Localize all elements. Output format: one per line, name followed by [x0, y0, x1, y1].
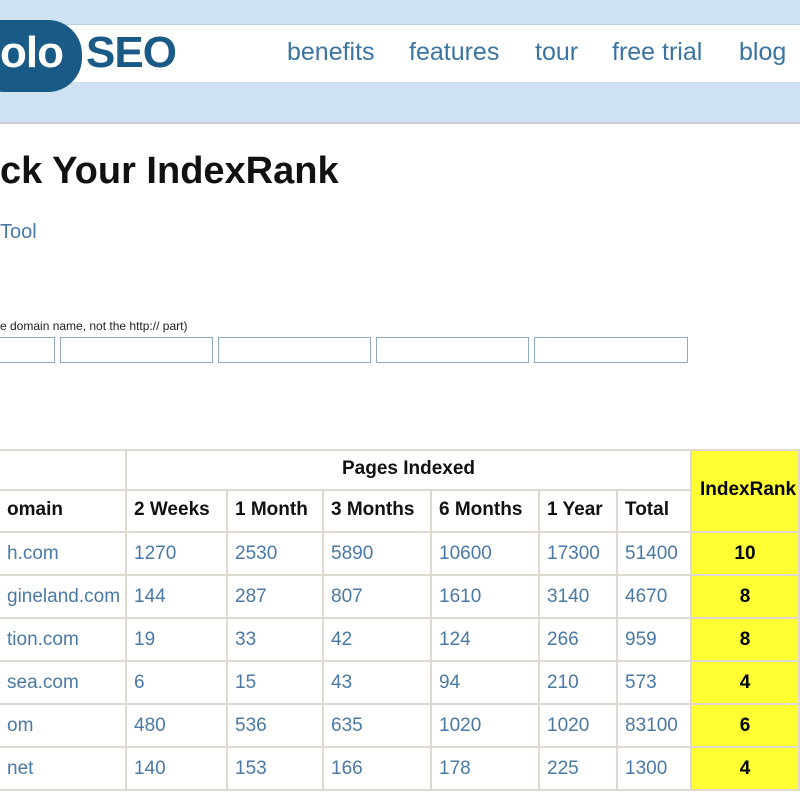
table-cell-3-months: 166 [324, 748, 432, 791]
table-header-1-year: 1 Year [540, 491, 618, 533]
nav-link-benefits[interactable]: benefits [287, 36, 375, 68]
table-cell-1-year: 266 [540, 619, 618, 662]
table-cell-6-months: 94 [432, 662, 540, 705]
table-cell-indexrank: 8 [692, 576, 800, 619]
table-cell-2-weeks: 144 [127, 576, 228, 619]
nav-link-free-trial[interactable]: free trial [612, 36, 702, 68]
table-cell-3-months: 807 [324, 576, 432, 619]
table-cell-total: 573 [618, 662, 692, 705]
table-cell-1-year: 225 [540, 748, 618, 791]
table-cell-6-months: 10600 [432, 533, 540, 576]
table-header-total: Total [618, 491, 692, 533]
table-cell-indexrank: 4 [692, 748, 800, 791]
domain-input-4[interactable] [376, 337, 529, 363]
table-cell-domain[interactable]: sea.com [0, 662, 127, 705]
table-cell-2-weeks: 140 [127, 748, 228, 791]
table-cell-total: 51400 [618, 533, 692, 576]
table-cell-2-weeks: 480 [127, 705, 228, 748]
logo-text-right: SEO [86, 28, 177, 77]
table-cell-2-weeks: 1270 [127, 533, 228, 576]
table-cell-6-months: 1020 [432, 705, 540, 748]
table-cell-total: 83100 [618, 705, 692, 748]
table-header-6-months: 6 Months [432, 491, 540, 533]
table-cell-3-months: 635 [324, 705, 432, 748]
nav-link-blog[interactable]: blog [739, 36, 786, 68]
table-header-2-weeks: 2 Weeks [127, 491, 228, 533]
table-cell-2-weeks: 6 [127, 662, 228, 705]
domain-input-2[interactable] [60, 337, 213, 363]
nav-link-tour[interactable]: tour [535, 36, 578, 68]
table-cell-domain[interactable]: net [0, 748, 127, 791]
page-title: ck Your IndexRank [0, 150, 339, 192]
table-cell-indexrank: 8 [692, 619, 800, 662]
table-cell-total: 1300 [618, 748, 692, 791]
table-cell-1-year: 1020 [540, 705, 618, 748]
table-cell-total: 4670 [618, 576, 692, 619]
table-cell-1-month: 287 [228, 576, 324, 619]
table-cell-1-year: 210 [540, 662, 618, 705]
table-cell-domain[interactable]: tion.com [0, 619, 127, 662]
table-cell-1-month: 33 [228, 619, 324, 662]
nav-link-features[interactable]: features [409, 36, 499, 68]
table-cell-1-month: 15 [228, 662, 324, 705]
table-cell-1-month: 153 [228, 748, 324, 791]
table-cell-1-year: 17300 [540, 533, 618, 576]
table-header-3-months: 3 Months [324, 491, 432, 533]
tool-link[interactable]: Tool [0, 220, 37, 244]
domain-input-1[interactable] [0, 337, 55, 363]
table-header-1-month: 1 Month [228, 491, 324, 533]
table-cell-6-months: 124 [432, 619, 540, 662]
domain-input-5[interactable] [534, 337, 688, 363]
table-cell-3-months: 5890 [324, 533, 432, 576]
table-cell-domain[interactable]: om [0, 705, 127, 748]
domain-input-3[interactable] [218, 337, 371, 363]
table-header-indexrank: IndexRank [692, 451, 800, 533]
table-header-pages-indexed: Pages Indexed [127, 451, 692, 491]
table-cell-indexrank: 6 [692, 705, 800, 748]
table-cell-3-months: 42 [324, 619, 432, 662]
table-cell-total: 959 [618, 619, 692, 662]
table-cell-2-weeks: 19 [127, 619, 228, 662]
table-cell-domain[interactable]: h.com [0, 533, 127, 576]
table-cell-1-month: 536 [228, 705, 324, 748]
table-cell-3-months: 43 [324, 662, 432, 705]
table-cell-1-month: 2530 [228, 533, 324, 576]
table-cell-domain[interactable]: gineland.com [0, 576, 127, 619]
domain-input-hint: e domain name, not the http:// part) [0, 319, 188, 333]
table-header-domain: omain [0, 491, 127, 533]
table-header-spacer [0, 451, 127, 491]
table-cell-indexrank: 4 [692, 662, 800, 705]
table-cell-indexrank: 10 [692, 533, 800, 576]
table-cell-6-months: 1610 [432, 576, 540, 619]
header-bottom-band [0, 82, 800, 124]
header-top-band [0, 0, 800, 24]
table-cell-6-months: 178 [432, 748, 540, 791]
logo-text-left: olo [0, 28, 64, 77]
table-cell-1-year: 3140 [540, 576, 618, 619]
